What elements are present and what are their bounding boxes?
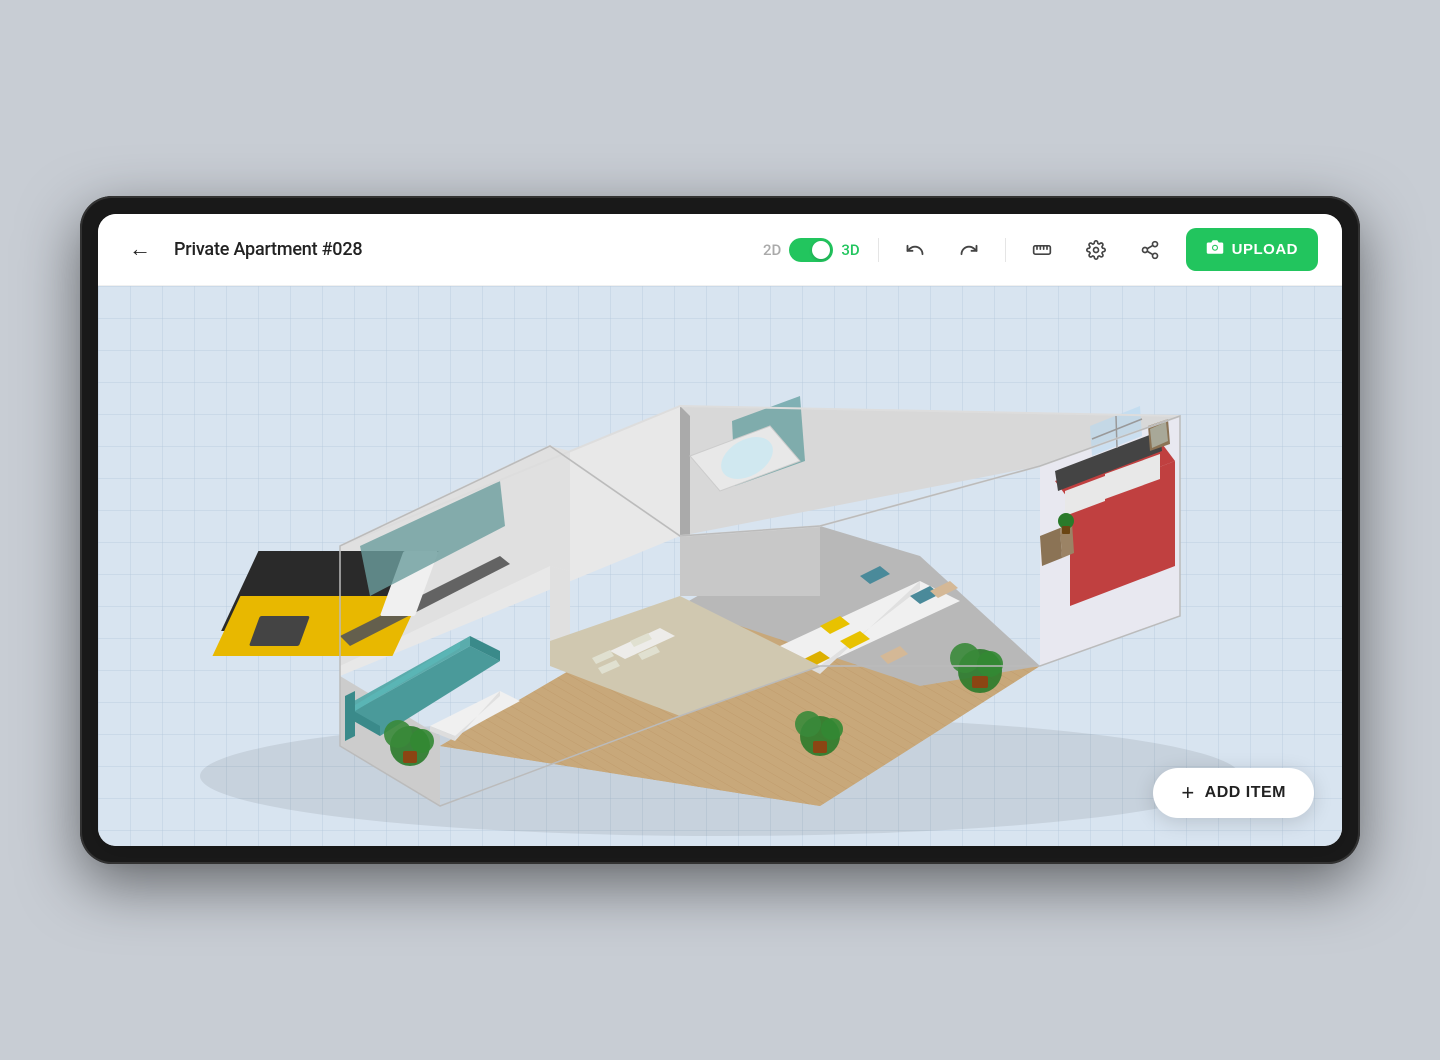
view-2d-label: 2D [763, 241, 781, 259]
redo-button[interactable] [951, 232, 987, 268]
ruler-button[interactable] [1024, 232, 1060, 268]
undo-button[interactable] [897, 232, 933, 268]
toolbar-right: 2D 3D [763, 228, 1318, 271]
view-toggle: 2D 3D [763, 238, 860, 262]
upload-label: UPLOAD [1232, 241, 1298, 258]
redo-icon [959, 240, 979, 260]
share-icon [1140, 240, 1160, 260]
add-item-button[interactable]: + ADD ITEM [1153, 768, 1314, 818]
toolbar-separator-1 [878, 238, 879, 262]
back-button[interactable]: ← [122, 232, 158, 268]
view-3d-label: 3D [841, 241, 859, 259]
undo-icon [905, 240, 925, 260]
back-arrow-icon: ← [129, 239, 151, 261]
settings-button[interactable] [1078, 232, 1114, 268]
floorplan-illustration [98, 286, 1342, 846]
toolbar-separator-2 [1005, 238, 1006, 262]
app-container: ← Private Apartment #028 2D 3D [98, 214, 1342, 846]
ruler-icon [1032, 240, 1052, 260]
upload-button[interactable]: UPLOAD [1186, 228, 1318, 271]
share-button[interactable] [1132, 232, 1168, 268]
view-mode-toggle[interactable] [789, 238, 833, 262]
canvas-area[interactable]: + ADD ITEM [98, 286, 1342, 846]
camera-icon [1206, 238, 1224, 261]
device-frame: ← Private Apartment #028 2D 3D [80, 196, 1360, 864]
toolbar: ← Private Apartment #028 2D 3D [98, 214, 1342, 286]
add-item-label: ADD ITEM [1205, 784, 1286, 802]
gear-icon [1086, 240, 1106, 260]
add-item-plus-icon: + [1181, 782, 1194, 804]
toggle-knob [812, 241, 830, 259]
project-title: Private Apartment #028 [174, 239, 747, 260]
